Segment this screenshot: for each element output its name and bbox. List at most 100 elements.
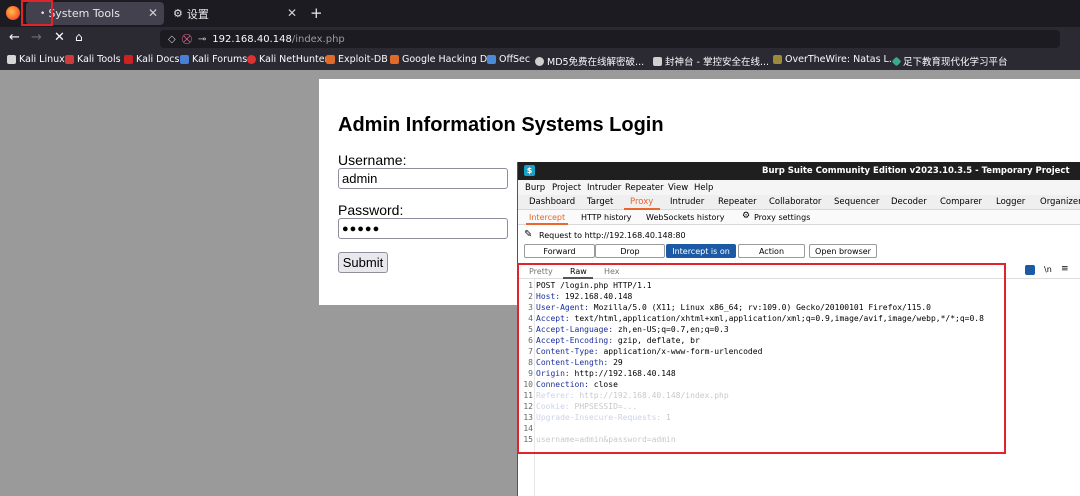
url-path: /index.php xyxy=(291,33,345,45)
tab-logger[interactable]: Logger xyxy=(996,197,1025,207)
tab-organizer[interactable]: Organizer xyxy=(1040,197,1080,207)
bookmark-label: 封神台 - 掌控安全在线... xyxy=(665,57,770,68)
password-label: Password: xyxy=(338,202,404,218)
list-view-icon[interactable] xyxy=(1025,265,1035,275)
tab-proxy[interactable]: Proxy xyxy=(630,197,653,207)
navigation-bar: ← → ✕ ⌂ ◇ ⛒ ⊸ 192.168.40.148/index.php xyxy=(0,27,1080,51)
bookmark-label: 足下教育现代化学习平台 xyxy=(903,57,1008,68)
subtab-intercept[interactable]: Intercept xyxy=(529,213,565,222)
bookmark-item[interactable]: OffSec xyxy=(487,54,530,65)
exploit-db-icon xyxy=(326,55,335,64)
diamond-icon xyxy=(891,56,902,66)
close-icon[interactable]: ✕ xyxy=(148,6,158,20)
password-field[interactable]: ●●●●● xyxy=(338,218,508,239)
menu-view[interactable]: View xyxy=(668,183,688,193)
menu-intruder[interactable]: Intruder xyxy=(587,183,621,193)
bookmark-item[interactable]: Kali Linux xyxy=(7,54,65,65)
home-icon[interactable]: ⌂ xyxy=(75,30,83,44)
newline-icon[interactable]: \n xyxy=(1044,265,1052,274)
gear-icon: ⚙ xyxy=(173,7,183,20)
burp-logo-icon: $ xyxy=(524,165,535,176)
tab-comparer[interactable]: Comparer xyxy=(940,197,982,207)
ghdb-icon xyxy=(390,55,399,64)
tab-collaborator[interactable]: Collaborator xyxy=(769,197,821,207)
kali-nethunter-icon xyxy=(247,55,256,64)
overthewire-icon xyxy=(773,55,782,64)
tab-sequencer[interactable]: Sequencer xyxy=(834,197,879,207)
back-arrow-icon[interactable]: ← xyxy=(9,30,20,45)
submit-button[interactable]: Submit xyxy=(338,252,388,273)
bookmark-label: Kali Docs xyxy=(136,54,180,65)
menu-project[interactable]: Project xyxy=(552,183,581,193)
username-field[interactable]: admin xyxy=(338,168,508,189)
action-button[interactable]: Action xyxy=(738,244,805,258)
bookmarks-toolbar: Kali Linux Kali Tools Kali Docs Kali For… xyxy=(0,51,1080,70)
close-icon[interactable]: ✕ xyxy=(287,6,297,20)
shield-icon xyxy=(653,56,662,66)
url-host: 192.168.40.148 xyxy=(212,33,292,45)
bookmark-item[interactable]: MD5免费在线解密破... xyxy=(535,54,644,68)
tab-dashboard[interactable]: Dashboard xyxy=(529,197,575,207)
drop-button[interactable]: Drop xyxy=(595,244,665,258)
menu-icon[interactable]: ≡ xyxy=(1061,264,1069,274)
kali-forums-icon xyxy=(180,55,189,64)
window-title: Burp Suite Community Edition v2023.10.3.… xyxy=(762,166,1070,176)
bookmark-label: MD5免费在线解密破... xyxy=(547,57,645,68)
subtab-http-history[interactable]: HTTP history xyxy=(581,213,632,222)
shield-icon: ◇ xyxy=(168,33,176,45)
lock-icon: ⛒ xyxy=(181,33,192,45)
bookmark-label: Kali Tools xyxy=(77,54,121,65)
kali-tools-icon xyxy=(65,55,74,64)
highlight-box-tab xyxy=(21,0,53,26)
bookmark-item[interactable]: Kali Tools xyxy=(65,54,121,65)
bookmark-item[interactable]: Kali Docs xyxy=(124,54,179,65)
menu-help[interactable]: Help xyxy=(694,183,713,193)
bookmark-item[interactable]: Kali Forums xyxy=(180,54,247,65)
menu-repeater[interactable]: Repeater xyxy=(625,183,664,193)
proxy-subtabs: Intercept HTTP history WebSockets histor… xyxy=(518,210,1080,225)
tab-settings[interactable]: ⚙ 设置 ✕ xyxy=(167,2,303,25)
bookmark-label: OverTheWire: Natas L... xyxy=(785,54,898,65)
forward-button[interactable]: Forward xyxy=(524,244,595,258)
bookmark-item[interactable]: Kali NetHunter xyxy=(247,54,329,65)
bookmark-item[interactable]: Exploit-DB xyxy=(326,54,388,65)
forward-arrow-icon[interactable]: → xyxy=(31,30,42,45)
pencil-icon: ✎ xyxy=(524,229,533,240)
intercept-toggle-button[interactable]: Intercept is on xyxy=(666,244,736,258)
burp-menu-bar: Burp Project Intruder Repeater View Help xyxy=(518,180,1080,195)
username-label: Username: xyxy=(338,152,407,168)
kali-docs-icon xyxy=(124,55,133,64)
bookmark-item[interactable]: 足下教育现代化学习平台 xyxy=(891,54,1008,68)
url-bar[interactable]: ◇ ⛒ ⊸ 192.168.40.148/index.php xyxy=(160,30,1060,48)
menu-burp[interactable]: Burp xyxy=(525,183,545,193)
offsec-icon xyxy=(487,55,496,64)
bookmark-item[interactable]: OverTheWire: Natas L... xyxy=(773,54,898,65)
burp-title-bar: $ Burp Suite Community Edition v2023.10.… xyxy=(518,162,1080,180)
open-browser-button[interactable]: Open browser xyxy=(809,244,877,258)
firefox-icon[interactable] xyxy=(6,6,20,20)
tab-decoder[interactable]: Decoder xyxy=(891,197,927,207)
highlight-box-request xyxy=(517,263,1006,454)
bookmark-item[interactable]: Google Hacking DB xyxy=(390,54,494,65)
request-target: Request to http://192.168.40.148:80 xyxy=(539,231,686,240)
request-info-bar: ✎ Request to http://192.168.40.148:80 xyxy=(518,226,1080,244)
bookmark-item[interactable]: 封神台 - 掌控安全在线... xyxy=(653,54,769,68)
tab-intruder[interactable]: Intruder xyxy=(670,197,704,207)
tab-target[interactable]: Target xyxy=(587,197,613,207)
tab-label: 设置 xyxy=(186,7,209,21)
bookmark-label: Kali Forums xyxy=(192,54,248,65)
globe-icon xyxy=(535,56,544,66)
kali-icon xyxy=(7,55,16,64)
burp-main-tabs: Dashboard Target Proxy Intruder Repeater… xyxy=(518,195,1080,210)
bookmark-label: OffSec xyxy=(499,54,531,65)
new-tab-button[interactable]: + xyxy=(310,4,323,22)
tab-repeater[interactable]: Repeater xyxy=(718,197,757,207)
bookmark-label: Google Hacking DB xyxy=(402,54,494,65)
browser-tab-bar: • System Tools ✕ ⚙ 设置 ✕ + xyxy=(0,0,1080,27)
subtab-websockets-history[interactable]: WebSockets history xyxy=(646,213,724,222)
stop-icon[interactable]: ✕ xyxy=(54,30,65,45)
bookmark-label: Kali Linux xyxy=(19,54,65,65)
gear-icon: ⚙ xyxy=(742,211,751,221)
intercept-action-row: Forward Drop Intercept is on Action Open… xyxy=(518,244,1080,260)
subtab-proxy-settings[interactable]: Proxy settings xyxy=(754,213,810,222)
